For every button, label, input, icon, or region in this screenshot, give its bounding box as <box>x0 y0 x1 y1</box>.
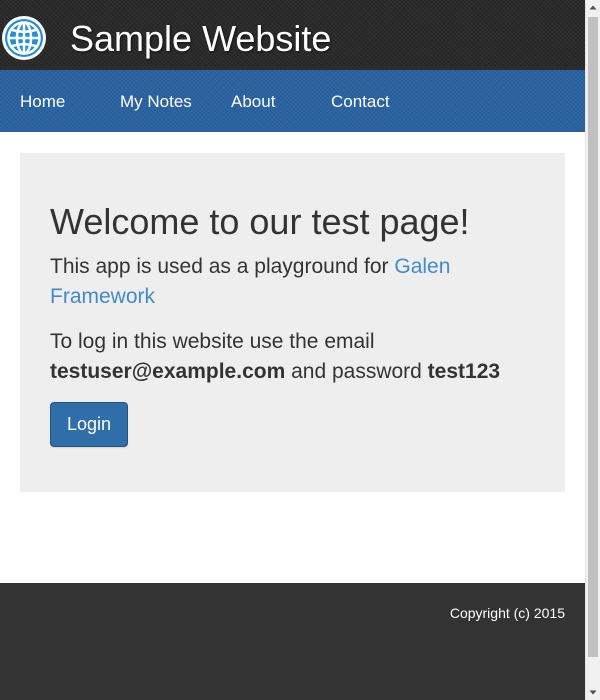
scroll-up-arrow-icon[interactable] <box>586 0 600 15</box>
nav-item-home[interactable]: Home <box>20 92 65 112</box>
login-prefix: To log in this website use the email <box>50 330 375 353</box>
welcome-panel: Welcome to our test page! This app is us… <box>20 153 565 492</box>
intro-prefix: This app is used as a playground for <box>50 255 395 278</box>
copyright-text: Copyright (c) 2015 <box>449 605 565 621</box>
site-header: Sample Website <box>0 0 585 70</box>
login-password: test123 <box>427 360 501 383</box>
welcome-heading: Welcome to our test page! <box>50 201 470 242</box>
main-nav: Home My Notes About Contact <box>0 70 585 132</box>
login-email: testuser@example.com <box>50 360 286 383</box>
login-middle: and password <box>285 360 428 383</box>
nav-item-about[interactable]: About <box>231 92 275 112</box>
site-footer: Copyright (c) 2015 <box>0 583 585 700</box>
scroll-down-arrow-icon[interactable] <box>586 685 600 700</box>
login-instructions: To log in this website use the email tes… <box>50 327 530 387</box>
intro-text: This app is used as a playground for Gal… <box>50 252 520 312</box>
login-button[interactable]: Login <box>50 402 128 447</box>
page-viewport: Sample Website Home My Notes About Conta… <box>0 0 585 700</box>
scrollbar-thumb[interactable] <box>588 17 598 657</box>
nav-item-contact[interactable]: Contact <box>331 92 390 112</box>
globe-icon[interactable] <box>1 15 47 61</box>
vertical-scrollbar[interactable] <box>585 0 600 700</box>
site-title: Sample Website <box>70 18 332 59</box>
nav-item-my-notes[interactable]: My Notes <box>120 92 192 112</box>
